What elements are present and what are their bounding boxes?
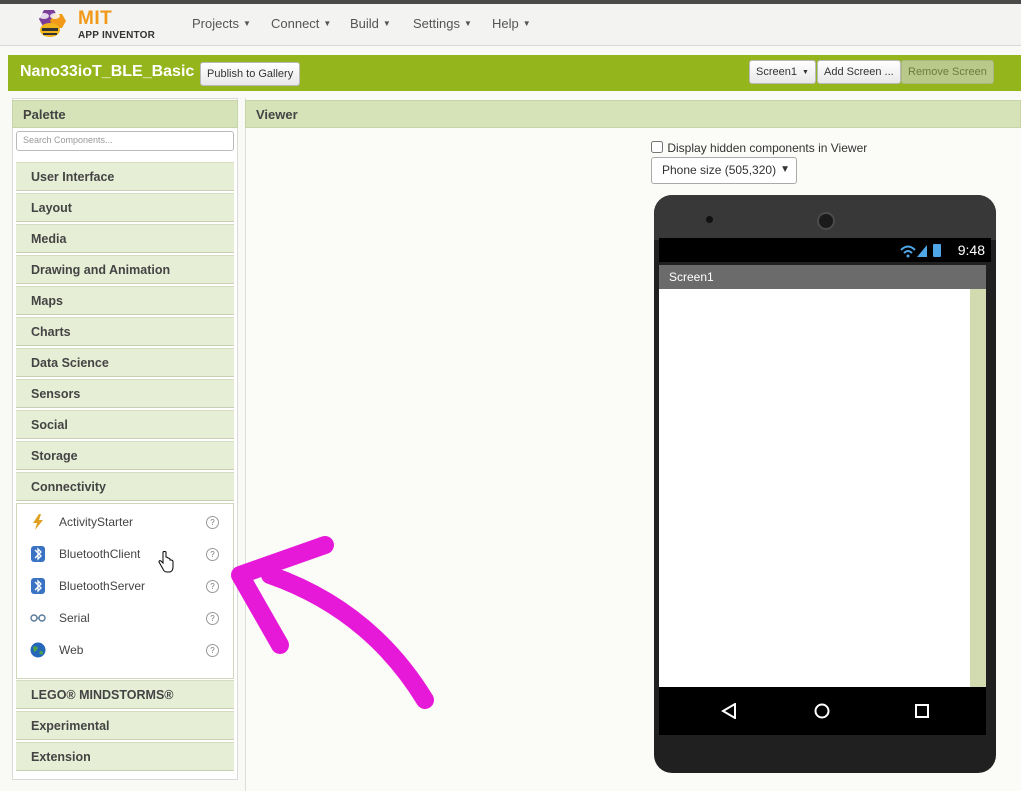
screen-canvas[interactable] bbox=[659, 289, 986, 687]
category-user-interface[interactable]: User Interface bbox=[16, 162, 234, 191]
component-label: Web bbox=[59, 643, 84, 657]
lightning-icon bbox=[33, 514, 43, 530]
nav-build-label: Build bbox=[350, 16, 379, 31]
project-name: Nano33ioT_BLE_Basic bbox=[20, 63, 195, 80]
category-connectivity[interactable]: Connectivity bbox=[16, 472, 234, 501]
component-label: BluetoothClient bbox=[59, 547, 141, 561]
category-drawing-animation[interactable]: Drawing and Animation bbox=[16, 255, 234, 284]
camera-icon bbox=[706, 216, 713, 223]
back-icon[interactable] bbox=[721, 703, 737, 719]
top-nav-bar: MIT APP INVENTOR Projects ▼ Connect ▼ Buil… bbox=[0, 0, 1021, 46]
palette-header: Palette bbox=[12, 100, 238, 128]
serial-icon bbox=[30, 614, 46, 622]
phone-status-bar: 9:48 bbox=[659, 238, 991, 262]
phone-preview: 9:48 Screen1 bbox=[654, 195, 996, 773]
help-icon[interactable]: ? bbox=[206, 580, 219, 593]
category-storage[interactable]: Storage bbox=[16, 441, 234, 470]
screen-select-label: Screen1 bbox=[756, 66, 797, 78]
help-icon[interactable]: ? bbox=[206, 516, 219, 529]
phone-size-value: Phone size (505,320) bbox=[662, 163, 777, 177]
phone-top-bezel bbox=[654, 195, 996, 240]
dropdown-caret-icon: ▼ bbox=[323, 19, 332, 28]
screen-title-bar: Screen1 bbox=[659, 265, 986, 289]
component-label: BluetoothServer bbox=[59, 579, 146, 593]
nav-help-label: Help bbox=[492, 16, 519, 31]
earpiece-icon bbox=[817, 212, 835, 230]
screen-select-button[interactable]: Screen1 ▼ bbox=[749, 60, 816, 84]
annotation-arrow bbox=[231, 536, 434, 709]
nav-projects-label: Projects bbox=[192, 16, 239, 31]
nav-connect[interactable]: Connect ▼ bbox=[271, 16, 331, 31]
nav-projects[interactable]: Projects ▼ bbox=[192, 16, 251, 31]
nav-settings-label: Settings bbox=[413, 16, 460, 31]
bee-logo-icon bbox=[39, 10, 66, 37]
category-data-science[interactable]: Data Science bbox=[16, 348, 234, 377]
nav-help[interactable]: Help ▼ bbox=[492, 16, 531, 31]
category-extension[interactable]: Extension bbox=[16, 742, 234, 771]
category-social[interactable]: Social bbox=[16, 410, 234, 439]
phone-size-select[interactable]: Phone size (505,320) ▼ bbox=[651, 157, 797, 184]
dropdown-caret-icon: ▼ bbox=[801, 69, 809, 76]
display-hidden-checkbox[interactable] bbox=[651, 141, 663, 153]
app-inventor-logo[interactable]: MIT APP INVENTOR bbox=[30, 6, 160, 44]
project-toolbar: Nano33ioT_BLE_Basic Publish to Gallery S… bbox=[8, 55, 1021, 91]
bluetooth-icon bbox=[31, 546, 45, 562]
add-screen-button[interactable]: Add Screen ... bbox=[817, 60, 901, 84]
dropdown-caret-icon: ▼ bbox=[463, 19, 472, 28]
viewer-header: Viewer bbox=[245, 100, 1021, 128]
category-media[interactable]: Media bbox=[16, 224, 234, 253]
nav-connect-label: Connect bbox=[271, 16, 320, 31]
recents-icon[interactable] bbox=[914, 703, 930, 719]
chevron-down-icon: ▼ bbox=[780, 164, 790, 175]
dropdown-caret-icon: ▼ bbox=[382, 19, 391, 28]
screen-scrollbar[interactable] bbox=[970, 289, 986, 687]
category-sensors[interactable]: Sensors bbox=[16, 379, 234, 408]
category-experimental[interactable]: Experimental bbox=[16, 711, 234, 740]
category-charts[interactable]: Charts bbox=[16, 317, 234, 346]
home-icon[interactable] bbox=[814, 703, 830, 719]
remove-screen-button[interactable]: Remove Screen bbox=[901, 60, 994, 84]
help-icon[interactable]: ? bbox=[206, 644, 219, 657]
component-serial[interactable]: Serial ? bbox=[20, 607, 226, 631]
globe-icon bbox=[30, 642, 46, 658]
component-label: ActivityStarter bbox=[59, 515, 134, 529]
component-bluetoothserver[interactable]: BluetoothServer ? bbox=[20, 575, 226, 599]
category-layout[interactable]: Layout bbox=[16, 193, 234, 222]
component-web[interactable]: Web ? bbox=[20, 639, 226, 663]
display-hidden-label: Display hidden components in Viewer bbox=[667, 141, 868, 155]
publish-to-gallery-button[interactable]: Publish to Gallery bbox=[200, 62, 301, 86]
component-activitystarter[interactable]: ActivityStarter ? bbox=[20, 511, 226, 535]
category-maps[interactable]: Maps bbox=[16, 286, 234, 315]
dropdown-caret-icon: ▼ bbox=[242, 19, 251, 28]
display-hidden-row: Display hidden components in Viewer bbox=[651, 141, 867, 155]
help-icon[interactable]: ? bbox=[206, 548, 219, 561]
component-bluetoothclient[interactable]: BluetoothClient ? bbox=[20, 543, 226, 567]
dropdown-caret-icon: ▼ bbox=[522, 19, 531, 28]
phone-nav-bar bbox=[659, 687, 986, 735]
logo-app-inventor-text: APP INVENTOR bbox=[78, 30, 156, 41]
nav-settings[interactable]: Settings ▼ bbox=[413, 16, 472, 31]
bluetooth-icon bbox=[31, 578, 45, 594]
hand-cursor-icon bbox=[158, 551, 174, 573]
help-icon[interactable]: ? bbox=[206, 612, 219, 625]
category-lego-mindstorms[interactable]: LEGO® MINDSTORMS® bbox=[16, 680, 234, 709]
status-clock: 9:48 bbox=[957, 242, 985, 258]
nav-build[interactable]: Build ▼ bbox=[350, 16, 391, 31]
component-search-input[interactable]: Search Components... bbox=[16, 131, 234, 151]
signal-battery-icon bbox=[900, 244, 941, 258]
component-label: Serial bbox=[59, 611, 90, 625]
logo-mit-text: MIT bbox=[78, 8, 113, 29]
